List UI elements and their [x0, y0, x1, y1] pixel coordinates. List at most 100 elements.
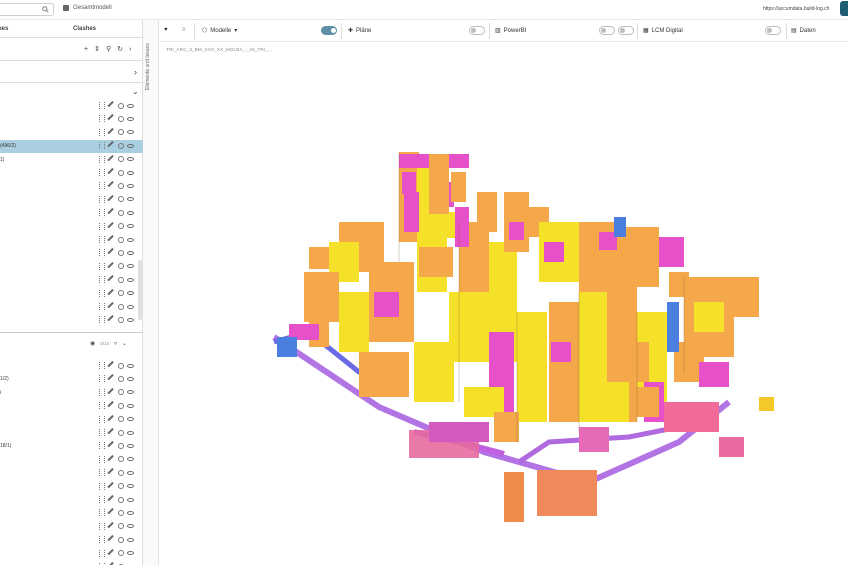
eye-icon[interactable]: [127, 170, 134, 175]
clash-row[interactable]: [0, 427, 143, 440]
eye-icon[interactable]: [127, 363, 134, 368]
edit-icon[interactable]: [107, 521, 117, 531]
models-dropdown[interactable]: ⬡ Modelle ▾: [202, 27, 237, 35]
lcm-tab[interactable]: ▦ LCM Digital: [643, 27, 683, 35]
target-icon[interactable]: [118, 316, 124, 323]
edit-icon[interactable]: [107, 114, 117, 124]
clash-row[interactable]: [0, 467, 143, 480]
drag-icon[interactable]: [104, 455, 106, 463]
more-icon[interactable]: [99, 262, 101, 270]
more-icon[interactable]: [99, 289, 101, 297]
eye-icon[interactable]: [127, 430, 134, 435]
edit-icon[interactable]: [107, 427, 117, 438]
plans-tab[interactable]: ✚ Pläne: [348, 27, 371, 35]
more-icon[interactable]: [99, 415, 101, 423]
issue-row[interactable]: [0, 221, 143, 234]
drag-icon[interactable]: [104, 549, 106, 557]
edit-icon[interactable]: [107, 208, 117, 218]
edit-icon[interactable]: [107, 548, 117, 558]
clash-row[interactable]: [0, 494, 143, 507]
issue-row[interactable]: 1): [0, 154, 143, 167]
target-icon[interactable]: [118, 196, 124, 203]
target-icon[interactable]: [118, 389, 124, 396]
drag-icon[interactable]: [104, 303, 106, 310]
drag-icon[interactable]: [104, 115, 106, 123]
more-icon[interactable]: [99, 362, 101, 369]
clash-row[interactable]: 1/2): [0, 373, 143, 386]
issue-row[interactable]: [0, 167, 143, 180]
edit-icon[interactable]: [107, 234, 117, 245]
more-icon[interactable]: [99, 509, 101, 517]
edit-icon[interactable]: [107, 127, 117, 137]
more-icon[interactable]: [99, 236, 101, 243]
issue-row[interactable]: [0, 100, 143, 113]
target-icon[interactable]: [118, 129, 124, 136]
drag-icon[interactable]: [104, 362, 106, 369]
clash-row[interactable]: [0, 534, 143, 547]
issue-row[interactable]: [0, 261, 143, 274]
drag-icon[interactable]: [104, 182, 106, 190]
more-icon[interactable]: [99, 375, 101, 383]
drag-icon[interactable]: [104, 375, 106, 383]
target-icon[interactable]: [118, 209, 124, 216]
more-icon[interactable]: [99, 209, 101, 217]
drag-icon[interactable]: [104, 195, 106, 203]
target-icon[interactable]: [118, 263, 124, 270]
edit-icon[interactable]: [107, 535, 117, 545]
target-icon[interactable]: [118, 236, 124, 243]
edit-icon[interactable]: [107, 508, 117, 518]
more-icon[interactable]: [99, 549, 101, 557]
list-icon[interactable]: ≡: [182, 27, 186, 33]
drag-icon[interactable]: [104, 155, 106, 163]
issue-row[interactable]: [0, 127, 143, 140]
more-icon[interactable]: [99, 169, 101, 176]
drag-icon[interactable]: [104, 415, 106, 423]
eye-icon[interactable]: [127, 497, 134, 502]
drag-icon[interactable]: [104, 262, 106, 270]
edit-icon[interactable]: [107, 181, 117, 191]
more-icon[interactable]: [99, 142, 101, 150]
drag-icon[interactable]: [104, 402, 106, 410]
drag-icon[interactable]: [104, 469, 106, 477]
clash-row[interactable]: 18/1): [0, 440, 143, 453]
eye-icon[interactable]: [127, 551, 134, 556]
drag-icon[interactable]: [104, 142, 106, 150]
scrollbar[interactable]: [138, 260, 142, 320]
drag-icon[interactable]: [104, 128, 106, 136]
eye-icon[interactable]: [127, 224, 134, 229]
edit-icon[interactable]: [107, 221, 117, 231]
eye-icon[interactable]: [127, 524, 134, 529]
tab-issues[interactable]: ues: [0, 26, 8, 32]
more-icon[interactable]: [99, 222, 101, 230]
edit-icon[interactable]: [107, 387, 117, 397]
drag-icon[interactable]: [104, 388, 106, 396]
more-icon[interactable]: [99, 522, 101, 530]
models-toggle[interactable]: [321, 26, 337, 35]
avatar[interactable]: [840, 1, 848, 16]
more-icon[interactable]: [99, 429, 101, 436]
target-icon[interactable]: [118, 523, 124, 530]
target-icon[interactable]: [118, 509, 124, 516]
more-icon[interactable]: [99, 115, 101, 123]
eye-icon[interactable]: [127, 116, 134, 121]
edit-icon[interactable]: [107, 100, 117, 111]
chevron-down-icon[interactable]: ⌄: [122, 340, 127, 347]
clash-row[interactable]: [0, 561, 143, 565]
issue-row[interactable]: [0, 274, 143, 287]
drag-icon[interactable]: [104, 222, 106, 230]
collapse-section-icon[interactable]: ⌄: [132, 87, 139, 96]
target-icon[interactable]: [118, 223, 124, 230]
edit-icon[interactable]: [107, 167, 117, 178]
edit-icon[interactable]: [107, 454, 117, 464]
target-icon[interactable]: [118, 303, 124, 310]
more-icon[interactable]: [99, 102, 101, 109]
add-icon[interactable]: +: [84, 46, 88, 53]
edit-icon[interactable]: [107, 141, 117, 151]
target-icon[interactable]: [118, 429, 124, 436]
issue-row[interactable]: [0, 234, 143, 247]
drag-icon[interactable]: [104, 249, 106, 257]
target-icon[interactable]: [118, 276, 124, 283]
target-icon[interactable]: [118, 182, 124, 189]
3d-viewport[interactable]: [159, 42, 848, 565]
eye-icon[interactable]: [127, 143, 134, 148]
